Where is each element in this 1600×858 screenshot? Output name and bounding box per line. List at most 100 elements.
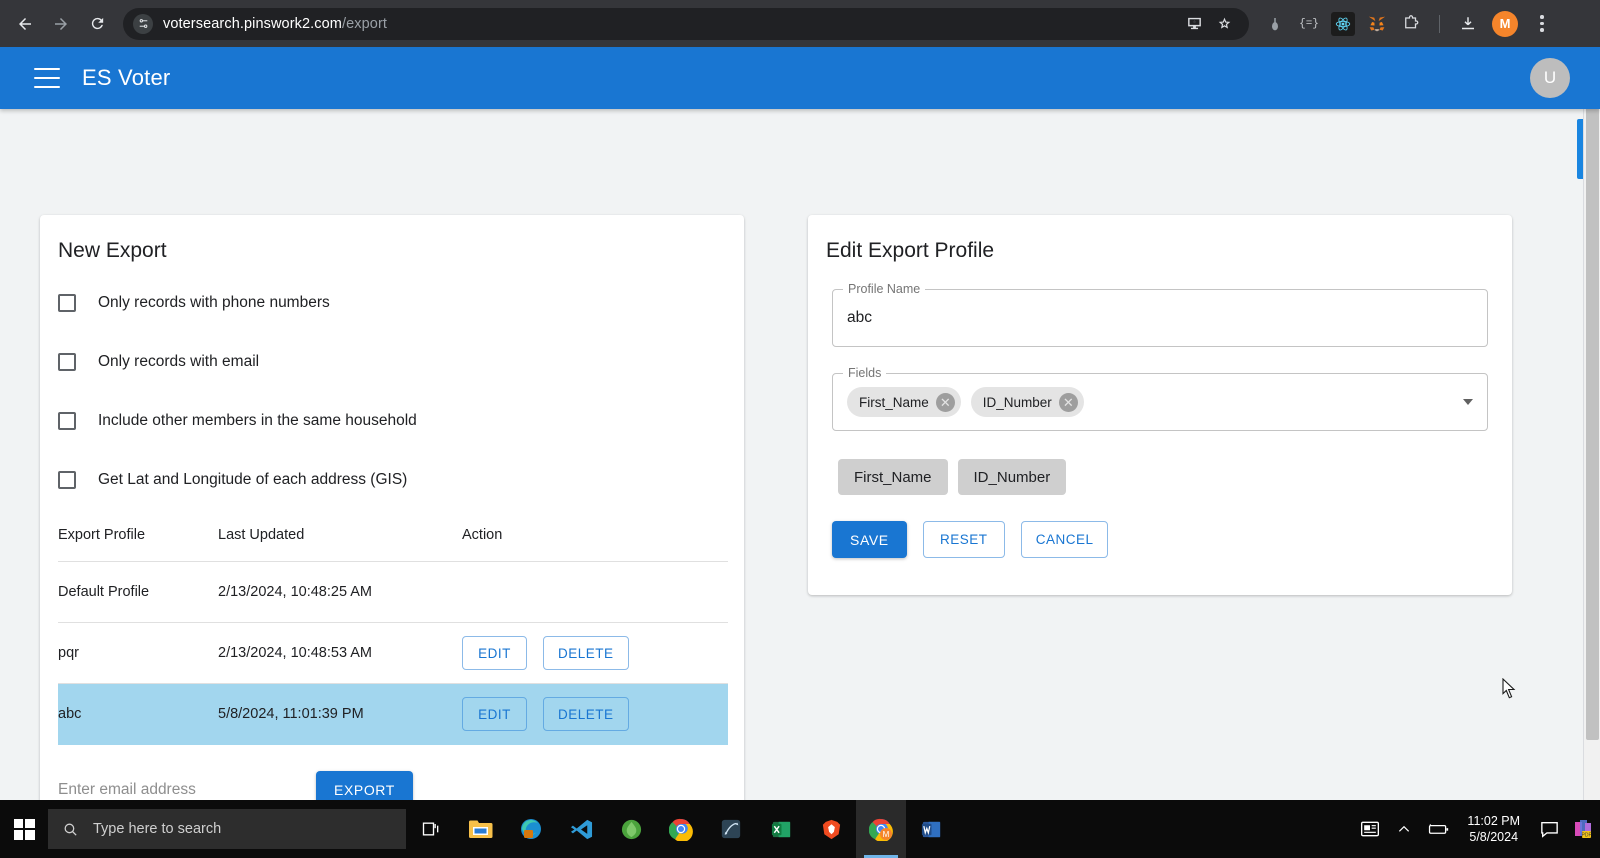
edit-profile-title: Edit Export Profile <box>826 239 995 262</box>
cancel-button[interactable]: CANCEL <box>1020 521 1109 558</box>
profile-name-value: abc <box>847 309 872 326</box>
new-export-title: New Export <box>58 239 167 262</box>
chrome-profile-window-icon[interactable]: M <box>856 800 906 858</box>
option-label: Only records with email <box>98 352 260 370</box>
hamburger-menu-icon[interactable] <box>34 68 60 88</box>
google-chrome-icon[interactable] <box>656 800 706 858</box>
table-row[interactable]: Default Profile 2/13/2024, 10:48:25 AM <box>58 561 728 623</box>
chrome-menu-icon[interactable] <box>1528 9 1556 39</box>
selected-field-chips: First_Name ✕ ID_Number ✕ <box>847 387 1084 417</box>
option-label: Only records with phone numbers <box>98 293 330 311</box>
preview-chip[interactable]: ID_Number <box>957 459 1067 495</box>
option-label: Include other members in the same househ… <box>98 411 417 429</box>
cell-profile-name: pqr <box>58 622 218 684</box>
checkbox-unchecked-icon[interactable] <box>58 293 76 312</box>
delete-button[interactable]: DELETE <box>543 636 629 670</box>
field-chip[interactable]: ID_Number ✕ <box>970 387 1084 417</box>
taskbar-search-box[interactable]: Type here to search <box>48 809 406 849</box>
checkbox-unchecked-icon[interactable] <box>58 352 76 371</box>
cell-actions: EDIT DELETE <box>462 622 728 684</box>
browser-toolbar: votersearch.pinswork2.com/export {=} M <box>0 0 1600 47</box>
scrollbar-thumb[interactable] <box>1586 64 1599 740</box>
taskbar-clock[interactable]: 11:02 PM 5/8/2024 <box>1455 813 1532 845</box>
remove-chip-icon[interactable]: ✕ <box>1058 392 1078 412</box>
browser-profile-avatar[interactable]: M <box>1492 10 1518 37</box>
color-picker-extension-icon[interactable] <box>1263 12 1287 36</box>
app-title: ES Voter <box>82 65 171 90</box>
app-header: ES Voter U <box>0 47 1600 109</box>
microsoft-edge-icon[interactable] <box>506 800 556 858</box>
url-text: votersearch.pinswork2.com/export <box>163 16 387 32</box>
battery-icon[interactable] <box>1421 800 1455 858</box>
edit-button[interactable]: EDIT <box>462 697 527 732</box>
react-devtools-extension-icon[interactable] <box>1331 11 1355 36</box>
metamask-extension-icon[interactable] <box>1365 12 1389 36</box>
user-avatar[interactable]: U <box>1530 58 1570 98</box>
preview-chip[interactable]: First_Name <box>838 459 948 495</box>
colorful-app-icon[interactable]: PDF <box>1566 800 1600 858</box>
clock-date: 5/8/2024 <box>1469 830 1519 844</box>
microsoft-excel-icon[interactable] <box>756 800 806 858</box>
clock-time: 11:02 PM <box>1467 814 1520 828</box>
remove-chip-icon[interactable]: ✕ <box>935 392 955 412</box>
edit-button[interactable]: EDIT <box>462 636 527 670</box>
checkbox-unchecked-icon[interactable] <box>58 470 76 489</box>
option-gis[interactable]: Get Lat and Longitude of each address (G… <box>48 450 744 509</box>
omnibox-actions <box>1181 11 1237 37</box>
mongodb-icon[interactable] <box>606 800 656 858</box>
pen-tool-app-icon[interactable] <box>706 800 756 858</box>
email-input[interactable] <box>58 774 254 800</box>
taskbar-apps: M <box>406 800 956 858</box>
profile-name-input[interactable]: Profile Name abc <box>832 282 1488 347</box>
cell-actions: EDIT DELETE <box>462 683 728 745</box>
site-settings-icon[interactable] <box>133 13 153 34</box>
reset-button[interactable]: RESET <box>922 521 1005 558</box>
export-options-list: Only records with phone numbers Only rec… <box>40 263 744 509</box>
fields-select-control[interactable]: Fields First_Name ✕ ID_Number ✕ <box>832 366 1488 431</box>
brave-browser-icon[interactable] <box>806 800 856 858</box>
main-content: New Export Only records with phone numbe… <box>0 109 1600 800</box>
option-phone-numbers[interactable]: Only records with phone numbers <box>48 273 744 332</box>
extensions-puzzle-icon[interactable] <box>1399 12 1423 36</box>
field-chip[interactable]: First_Name ✕ <box>847 387 961 417</box>
save-button[interactable]: SAVE <box>832 521 907 558</box>
chevron-down-icon[interactable] <box>1463 399 1473 405</box>
page-scrollbar[interactable] <box>1583 47 1600 800</box>
option-household[interactable]: Include other members in the same househ… <box>48 391 744 450</box>
downloads-icon[interactable] <box>1456 12 1480 36</box>
profile-name-field: Profile Name abc <box>832 282 1488 347</box>
fields-select: Fields First_Name ✕ ID_Number ✕ <box>832 366 1488 431</box>
checkbox-unchecked-icon[interactable] <box>58 411 76 430</box>
delete-button[interactable]: DELETE <box>543 697 629 732</box>
task-view-icon[interactable] <box>406 800 456 858</box>
reload-icon[interactable] <box>80 7 114 41</box>
extension-icons: {=} M <box>1249 10 1524 37</box>
option-email[interactable]: Only records with email <box>48 332 744 391</box>
forward-arrow-icon[interactable] <box>44 7 78 41</box>
table-row-selected[interactable]: abc 5/8/2024, 11:01:39 PM EDIT DELETE <box>58 683 728 745</box>
back-arrow-icon[interactable] <box>8 7 42 41</box>
cell-last-updated: 2/13/2024, 10:48:25 AM <box>218 561 462 623</box>
form-action-buttons: SAVE RESET CANCEL <box>832 521 1488 558</box>
cell-profile-name: abc <box>58 683 218 745</box>
table-row[interactable]: pqr 2/13/2024, 10:48:53 AM EDIT DELETE <box>58 622 728 684</box>
vs-code-icon[interactable] <box>556 800 606 858</box>
column-header-action: Action <box>462 519 728 562</box>
navigation-buttons <box>0 7 114 41</box>
system-tray: 11:02 PM 5/8/2024 PDF <box>1353 800 1600 858</box>
install-app-icon[interactable] <box>1181 11 1207 37</box>
address-bar[interactable]: votersearch.pinswork2.com/export <box>123 7 1249 40</box>
action-center-icon[interactable] <box>1532 800 1566 858</box>
search-icon <box>64 823 77 836</box>
show-hidden-icons-icon[interactable] <box>1387 800 1421 858</box>
microsoft-word-icon[interactable] <box>906 800 956 858</box>
windows-start-icon[interactable] <box>0 800 48 858</box>
star-bookmark-icon[interactable] <box>1211 11 1237 37</box>
json-formatter-extension-icon[interactable]: {=} <box>1297 12 1321 36</box>
export-button[interactable]: EXPORT <box>316 770 413 800</box>
file-explorer-icon[interactable] <box>456 800 506 858</box>
news-and-interests-icon[interactable] <box>1353 800 1387 858</box>
url-path: /export <box>342 15 388 32</box>
cell-actions <box>462 561 728 623</box>
fields-label: Fields <box>843 366 887 380</box>
